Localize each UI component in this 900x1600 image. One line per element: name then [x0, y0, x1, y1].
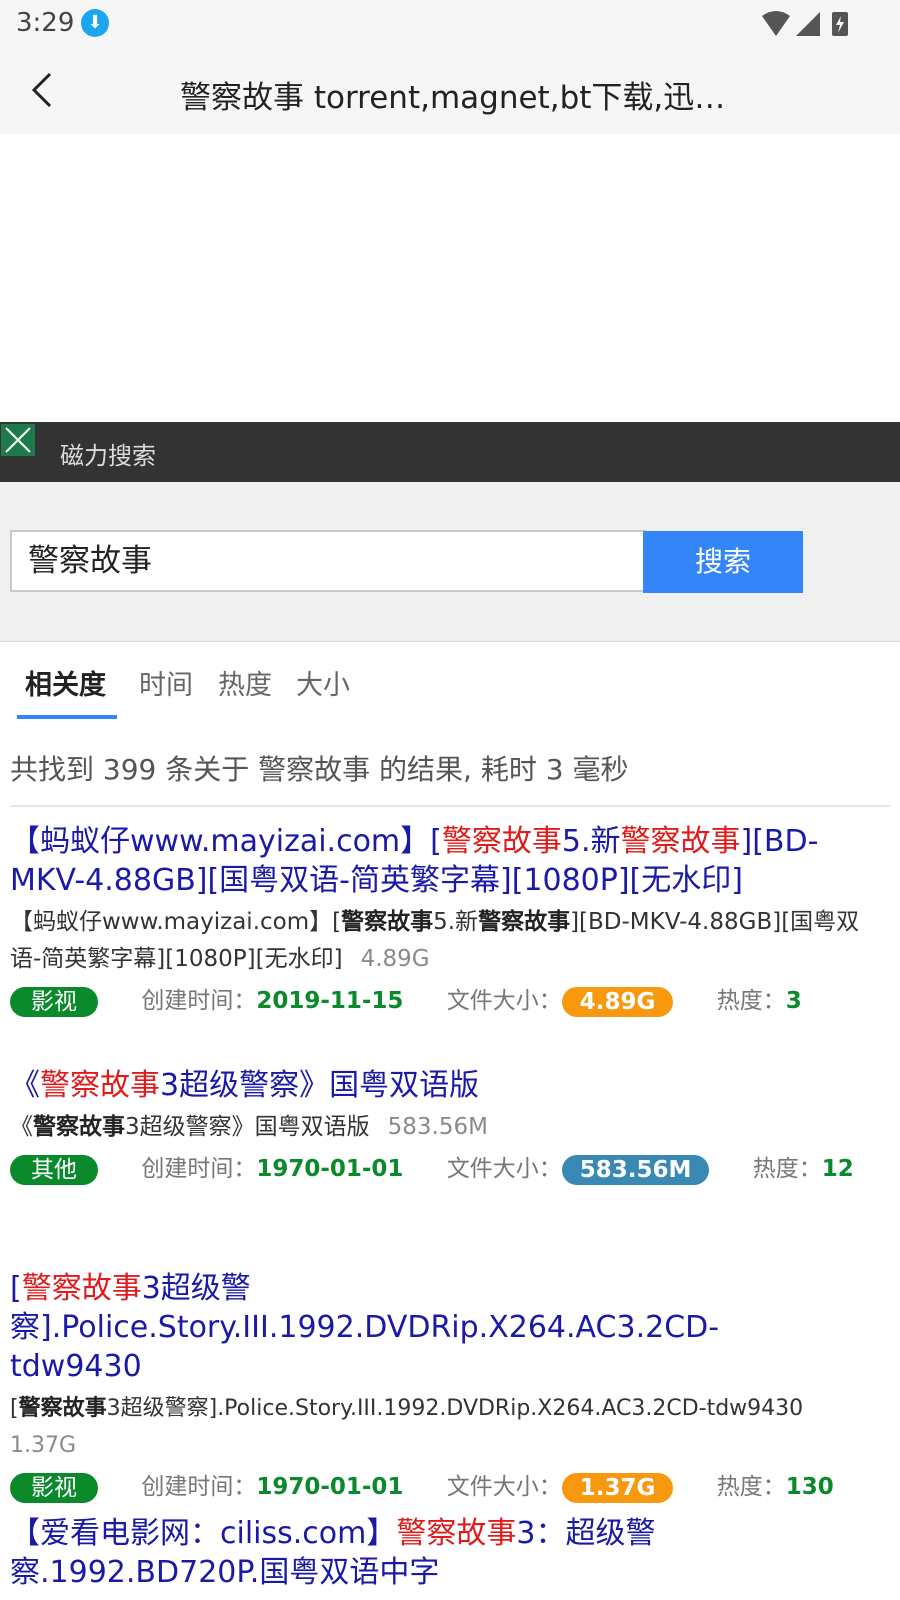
result-meta: 其他 创建时间：1970-01-01 文件大小： 583.56M 热度：12 [10, 1152, 890, 1186]
chevron-left-icon [31, 72, 52, 108]
heat-label: 热度： [716, 1474, 786, 1500]
category-badge: 影视 [10, 986, 98, 1017]
page-title: 警察故事 torrent,magnet,bt下载,迅… [180, 80, 726, 116]
result-description: [警察故事3超级警察].Police.Story.III.1992.DVDRip… [10, 1396, 804, 1458]
status-bar: 3:29 ⬇ [0, 0, 900, 48]
tab-heat[interactable]: 热度 [218, 663, 272, 702]
search-button[interactable]: 搜索 [643, 531, 803, 593]
active-tab-indicator [17, 715, 117, 719]
category-badge: 其他 [10, 1154, 98, 1185]
blank-area [0, 134, 900, 422]
tab-size[interactable]: 大小 [296, 663, 350, 702]
search-area: 警察故事 搜索 [0, 482, 900, 642]
result-meta: 影视 创建时间：2019-11-15 文件大小： 4.89G 热度：3 [10, 984, 890, 1018]
result-title-link[interactable]: 《警察故事3超级警察》国粤双语版 [10, 1066, 890, 1105]
results-summary: 共找到 399 条关于 警察故事 的结果, 耗时 3 毫秒 [10, 753, 629, 786]
download-icon: ⬇ [81, 9, 109, 37]
tab-relevance[interactable]: 相关度 [25, 663, 106, 702]
result-meta: 影视 创建时间：1970-01-01 文件大小： 1.37G 热度：130 [10, 1470, 890, 1504]
created-label: 创建时间： [141, 1474, 257, 1500]
result-item: [警察故事3超级警察].Police.Story.III.1992.DVDRip… [10, 1269, 890, 1504]
size-label: 文件大小： [446, 1156, 562, 1182]
result-item: 《警察故事3超级警察》国粤双语版 《警察故事3超级警察》国粤双语版 583.56M… [10, 1066, 890, 1186]
heat-label: 热度： [716, 988, 786, 1014]
tab-time[interactable]: 时间 [139, 663, 193, 702]
created-label: 创建时间： [141, 1156, 257, 1182]
result-description: 《警察故事3超级警察》国粤双语版 583.56M [10, 1114, 488, 1140]
category-badge: 影视 [10, 1472, 98, 1503]
signal-icon [796, 12, 820, 36]
size-label: 文件大小： [446, 988, 562, 1014]
result-item: 【爱看电影网：ciliss.com】警察故事3：超级警察.1992.BD720P… [10, 1514, 710, 1592]
divider [10, 805, 890, 807]
size-badge: 1.37G [561, 1472, 674, 1503]
result-item: 【蚂蚁仔www.mayizai.com】[警察故事5.新警察故事][BD-MKV… [10, 822, 890, 1018]
created-date: 2019-11-15 [256, 988, 404, 1014]
close-icon [5, 427, 31, 453]
result-title-link[interactable]: 【蚂蚁仔www.mayizai.com】[警察故事5.新警察故事][BD-MKV… [10, 822, 890, 900]
size-badge: 4.89G [561, 986, 674, 1017]
magnet-search-bar: 磁力搜索 [0, 422, 900, 482]
heat-value: 12 [821, 1156, 854, 1182]
size-badge: 583.56M [561, 1154, 710, 1185]
back-button[interactable] [26, 68, 62, 112]
magnet-search-label: 磁力搜索 [60, 442, 156, 470]
wifi-icon [762, 11, 790, 36]
heat-label: 热度： [752, 1156, 822, 1182]
created-date: 1970-01-01 [256, 1156, 404, 1182]
size-label: 文件大小： [446, 1474, 562, 1500]
result-title-link[interactable]: [警察故事3超级警察].Police.Story.III.1992.DVDRip… [10, 1269, 810, 1386]
created-label: 创建时间： [141, 988, 257, 1014]
app-bar: 警察故事 torrent,magnet,bt下载,迅… [0, 48, 900, 134]
heat-value: 3 [785, 988, 802, 1014]
result-title-link[interactable]: 【爱看电影网：ciliss.com】警察故事3：超级警察.1992.BD720P… [10, 1514, 710, 1592]
system-icons [760, 8, 860, 44]
search-input[interactable]: 警察故事 [10, 530, 646, 592]
created-date: 1970-01-01 [256, 1474, 404, 1500]
heat-value: 130 [785, 1474, 834, 1500]
close-button[interactable] [1, 424, 35, 456]
result-description: 【蚂蚁仔www.mayizai.com】[警察故事5.新警察故事][BD-MKV… [10, 909, 860, 972]
sort-tabs: 相关度 时间 热度 大小 [0, 643, 900, 719]
status-time: 3:29 [16, 8, 75, 38]
